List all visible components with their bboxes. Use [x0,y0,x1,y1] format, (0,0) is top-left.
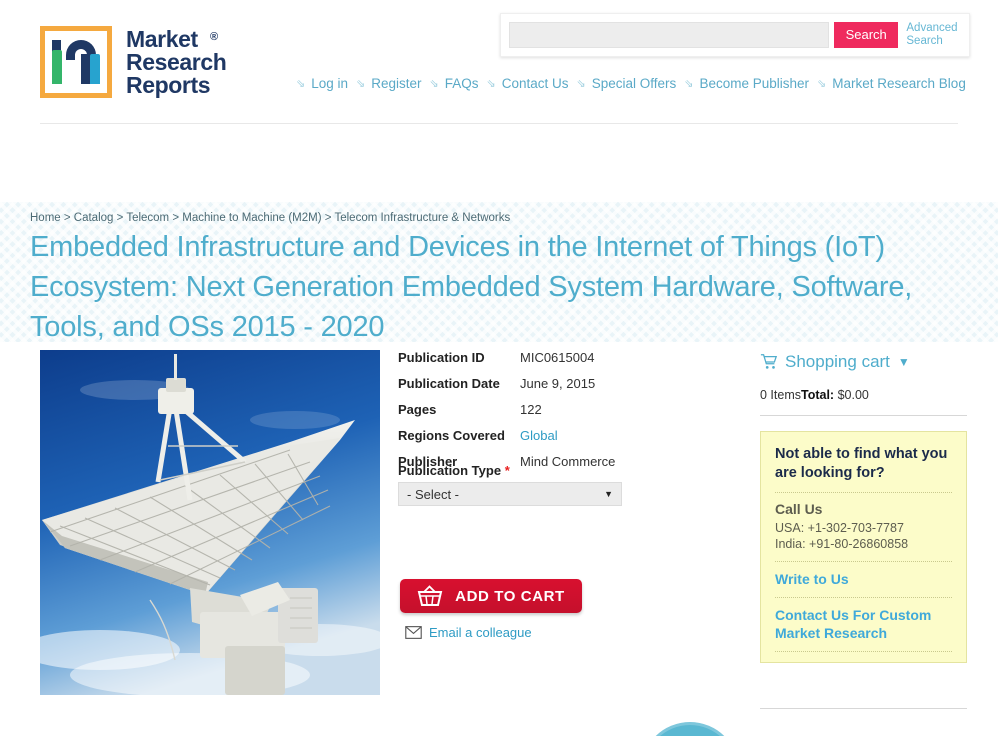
shopping-cart-header[interactable]: Shopping cart ▼ [760,352,975,372]
cart-items-count: 0 Items [760,388,801,402]
logo-line-2: Research [126,48,227,75]
title-banner: Home > Catalog > Telecom > Machine to Ma… [0,202,998,343]
arrow-icon: ⇘ [684,78,694,90]
chevron-down-icon[interactable]: ▼ [898,355,910,369]
utility-nav-item-special-offers[interactable]: Special Offers [592,76,677,91]
utility-nav-item-blog[interactable]: Market Research Blog [832,76,966,91]
custom-research-link[interactable]: Contact Us For Custom Market Research [775,606,952,642]
add-to-cart-button[interactable]: ADD TO CART [400,579,582,613]
row-label: Pages [398,402,437,417]
phone-india: India: +91-80-26860858 [775,537,909,551]
row-label: Publication Date [398,376,500,391]
site-logo[interactable]: Market Research Reports ® [40,26,227,98]
header-divider [40,123,958,124]
sidebar-bottom-divider [760,708,967,709]
product-image [40,350,380,695]
utility-nav-item-login[interactable]: Log in [311,76,348,91]
add-to-cart-label: ADD TO CART [455,587,565,605]
divider [775,597,952,598]
row-value-regions-link[interactable]: Global [520,428,558,444]
shopping-cart-title: Shopping cart [785,352,890,371]
cart-total-amount: $0.00 [837,388,869,402]
write-to-us-link[interactable]: Write to Us [775,570,952,588]
divider [775,651,952,652]
breadcrumb[interactable]: Home > Catalog > Telecom > Machine to Ma… [30,210,968,224]
row-value: 122 [520,402,542,417]
email-colleague-link[interactable]: Email a colleague [405,625,532,640]
arrow-icon: ⇘ [486,78,496,90]
help-box-title: Not able to find what you are looking fo… [775,446,948,481]
utility-nav-item-contact-us[interactable]: Contact Us [502,76,569,91]
arrow-icon: ⇘ [576,78,586,90]
table-row: Pages 122 [398,402,628,418]
page-root: Market Research Reports ® Search Advance… [0,0,998,736]
arrow-icon: ⇘ [356,78,366,90]
table-row: Regions Covered Global [398,428,628,444]
main-content: Publication ID MIC0615004 Publication Da… [0,342,998,736]
price-badge: $2,995.00 [641,722,739,736]
help-box: Not able to find what you are looking fo… [760,431,967,663]
publication-type-label-text: Publication Type [398,463,502,478]
basket-icon [417,585,443,606]
sidebar-right: Shopping cart ▼ 0 ItemsTotal: $0.00 Not … [760,352,975,663]
logo-green-bar [52,50,62,84]
publication-type-selected-value: - Select - [407,486,460,502]
shopping-cart-icon [760,354,778,369]
registered-trademark-icon: ® [210,30,218,43]
search-input[interactable] [509,22,829,48]
row-value: MIC0615004 [520,350,595,365]
page-title: Embedded Infrastructure and Devices in t… [30,231,913,343]
utility-nav-item-register[interactable]: Register [371,76,421,91]
divider [775,561,952,562]
utility-nav-item-faqs[interactable]: FAQs [445,76,479,91]
row-label: Regions Covered [398,428,505,443]
publication-type-label: Publication Type * [398,463,510,478]
logo-line-3: Reports [126,71,211,98]
arrow-icon: ⇘ [429,78,439,90]
required-asterisk-icon: * [504,463,510,478]
arrow-icon: ⇘ [296,78,306,90]
publication-details-table: Publication ID MIC0615004 Publication Da… [398,350,628,480]
table-row: Publication Date June 9, 2015 [398,376,628,392]
row-value: Mind Commerce [520,454,616,469]
divider [775,492,952,493]
call-us-label: Call Us [775,501,823,517]
advanced-search-link[interactable]: Advanced Search [906,22,961,48]
logo-mark-icon [40,26,112,98]
row-label: Publication ID [398,350,485,365]
publication-type-select[interactable]: - Select - ▼ [398,482,622,506]
search-bar: Search Advanced Search [500,13,970,57]
cart-total-text: Total: [801,388,835,402]
chevron-down-icon: ▼ [604,489,613,499]
arrow-icon: ⇘ [817,78,827,90]
row-value: June 9, 2015 [520,376,596,391]
phone-usa: USA: +1-302-703-7787 [775,521,904,535]
search-button[interactable]: Search [834,22,899,48]
table-row: Publication ID MIC0615004 [398,350,628,366]
utility-nav: ⇘ Log in ⇘ Register ⇘ FAQs ⇘ Contact Us … [296,76,986,91]
site-header: Market Research Reports ® Search Advance… [0,0,998,132]
envelope-icon [405,626,422,639]
logo-wordmark: Market Research Reports ® [126,27,227,98]
sidebar-divider [760,415,967,416]
logo-blue-bar [90,54,100,84]
category-nav: AutomotiveBanking & FinanceBusiness & Go… [0,132,998,325]
cart-summary: 0 ItemsTotal: $0.00 [760,388,975,402]
utility-nav-item-become-publisher[interactable]: Become Publisher [699,76,809,91]
logo-navy-right [81,54,90,84]
email-colleague-label: Email a colleague [429,625,532,640]
